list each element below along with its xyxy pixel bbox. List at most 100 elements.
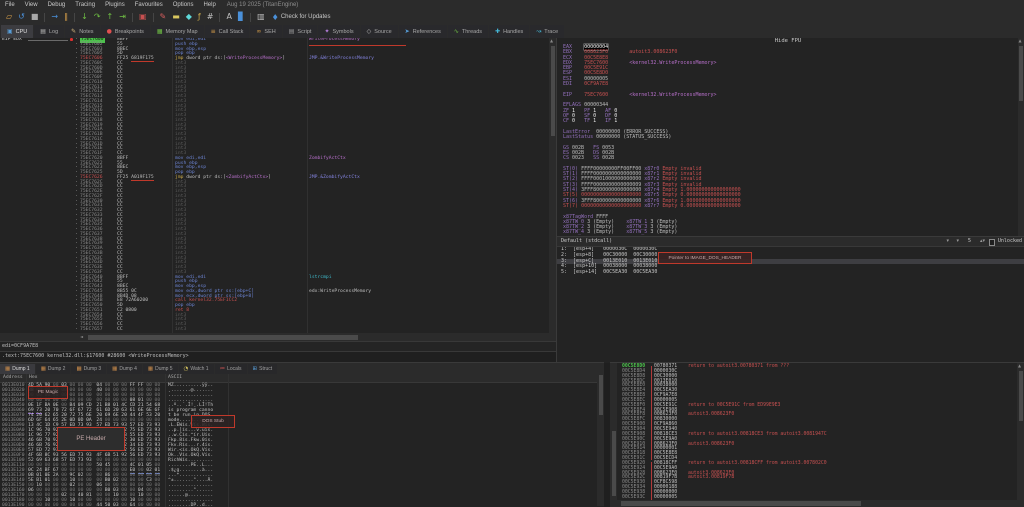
patches-icon[interactable]: ▬	[169, 10, 183, 24]
tab-cpu[interactable]: ▣CPU	[1, 25, 33, 38]
instruction-bullet	[76, 152, 77, 153]
scroll-thumb[interactable]	[599, 375, 603, 415]
run-to-user-code-icon[interactable]: ⇥	[116, 10, 129, 24]
tab-references[interactable]: ➤References	[399, 25, 447, 38]
restart-icon[interactable]: ↺	[15, 10, 28, 24]
menu-item-view[interactable]: View	[20, 2, 43, 8]
menu-item-help[interactable]: Help	[198, 2, 220, 8]
stack-pane[interactable]: 00C5E8D000780371return to autoit3.007803…	[610, 362, 1024, 507]
tab-call-stack[interactable]: ≡Call Stack	[205, 25, 250, 38]
disassembly-pane[interactable]: 75EC76008BFFmov edi,ediWriteProcessMemor…	[0, 38, 549, 333]
tab-dump-4[interactable]: ▦Dump 4	[107, 364, 142, 374]
check-for-updates-button[interactable]: ♦ Check for Updates	[272, 13, 331, 22]
instruction-bullet	[76, 147, 77, 148]
dump-row[interactable]: 0013E19000000000000000004450030064000000…	[0, 503, 604, 507]
tab-label: Call Stack	[219, 29, 244, 35]
tab-breakpoints[interactable]: ●Breakpoints	[101, 25, 150, 38]
tab-label: Threads	[462, 29, 482, 35]
stack-frame-bracket	[651, 366, 652, 460]
menu-item-favourites[interactable]: Favourites	[130, 2, 168, 8]
tab-notes[interactable]: ✎Notes	[65, 25, 99, 38]
pause-icon[interactable]: ∥	[61, 10, 71, 24]
step-into-icon[interactable]: ↓	[78, 10, 91, 24]
tab-dump-3[interactable]: ▦Dump 3	[71, 364, 106, 374]
registers-pane[interactable]: Hide FPU EAX 00000004EBX 008623F0 autoit…	[556, 38, 1019, 236]
toolbar-icons: ▱↺■ →∥ ↓↷↑⇥ ▣ ✎▬◆ƒ# A▊ ▥	[3, 10, 268, 24]
disasm-row[interactable]: 75EC7657CCint3	[0, 328, 549, 333]
instruction-bullet	[76, 48, 77, 49]
font-icon[interactable]: A	[223, 10, 234, 24]
argument-row[interactable]: 5: [esp+14] 00C5EA30 00C5EA30	[557, 270, 1024, 275]
open-file-icon[interactable]: ▱	[3, 10, 15, 24]
tab-threads[interactable]: ∿Threads	[448, 25, 488, 38]
topmost-icon[interactable]: ▥	[254, 10, 268, 24]
locals-icon: ≔	[220, 366, 226, 372]
dump-byte: 00	[53, 503, 59, 507]
tab-memory-map[interactable]: ▦Memory Map	[151, 25, 204, 38]
disassembly-vscrollbar[interactable]: ▲	[549, 38, 556, 333]
instruction-bullet	[76, 276, 77, 277]
tab-label: Handles	[503, 29, 523, 35]
tab-handles[interactable]: ✚Handles	[489, 25, 529, 38]
tab-label: Notes	[79, 29, 93, 35]
registers-scrollbar[interactable]: ▲	[1018, 38, 1024, 236]
calculator-icon[interactable]: #	[204, 10, 217, 24]
toolbar-separator	[132, 13, 133, 22]
close-icon[interactable]: ■	[28, 10, 42, 24]
menu-item-debug[interactable]: Debug	[43, 2, 71, 8]
pencil-icon[interactable]: ✎	[157, 10, 170, 24]
arguments-pane[interactable]: Default (stdcall) ▾ ▾ 5 ▴▾ Unlocked 1: […	[556, 236, 1024, 363]
instruction-bullet	[76, 176, 77, 177]
menu-item-plugins[interactable]: Plugins	[100, 2, 130, 8]
column-address: Address	[3, 374, 23, 382]
dump-tab-bar: ▦Dump 1▦Dump 2▦Dump 3▦Dump 4▦Dump 5◔Watc…	[0, 363, 604, 374]
menu-item-options[interactable]: Options	[168, 2, 199, 8]
scroll-left-icon[interactable]: ◄	[80, 334, 83, 339]
chevron-down-icon[interactable]: ▾	[956, 237, 959, 246]
fx-icon[interactable]: ƒ	[195, 10, 204, 24]
scroll-thumb[interactable]	[621, 501, 861, 506]
menu-item-tracing[interactable]: Tracing	[70, 2, 100, 8]
preferences-icon[interactable]: ▊	[235, 10, 247, 24]
chevron-down-icon[interactable]: ▾	[946, 237, 949, 246]
scroll-up-icon[interactable]: ▲	[550, 38, 553, 43]
compare-icon[interactable]: ◆	[183, 10, 195, 24]
tab-log[interactable]: ▤Log	[34, 25, 64, 38]
disassembly-hscrollbar[interactable]: ◄	[0, 333, 556, 341]
dump-scrollbar[interactable]	[597, 373, 604, 506]
tab-dump-2[interactable]: ▦Dump 2	[36, 364, 71, 374]
hide-fpu-button[interactable]: Hide FPU	[557, 38, 1019, 45]
dump-byte: 03	[113, 503, 119, 507]
calling-convention-select[interactable]: Default (stdcall)	[561, 238, 612, 244]
tab-struct[interactable]: ⊞Struct	[248, 364, 278, 374]
scroll-up-icon[interactable]: ▲	[1019, 38, 1022, 43]
tab-label: CPU	[16, 29, 28, 35]
scroll-up-icon[interactable]: ▲	[1018, 363, 1021, 368]
spinner-icon[interactable]: ▴▾	[980, 237, 985, 246]
breakpoints-icon[interactable]: ▣	[136, 10, 150, 24]
tab-seh[interactable]: ∞SEH	[250, 25, 281, 38]
run-icon[interactable]: →	[48, 10, 61, 24]
unlocked-checkbox[interactable]	[989, 239, 996, 246]
step-over-icon[interactable]: ↷	[91, 10, 104, 24]
tab-symbols[interactable]: ✦Symbols	[318, 25, 359, 38]
tab-source[interactable]: ◇Source	[361, 25, 398, 38]
tab-dump-5[interactable]: ▦Dump 5	[143, 364, 178, 374]
stack-frame-bracket	[651, 462, 652, 500]
scroll-thumb[interactable]	[1019, 371, 1023, 421]
breakpoint-icon[interactable]	[70, 38, 73, 41]
stack-right-scrollbar[interactable]: ▲	[1017, 363, 1024, 507]
step-out-icon[interactable]: ↑	[104, 10, 117, 24]
scroll-thumb[interactable]	[1019, 46, 1023, 101]
tab-watch-1[interactable]: ◔Watch 1	[179, 364, 214, 374]
scroll-thumb[interactable]	[88, 335, 358, 340]
menu-item-file[interactable]: File	[0, 2, 20, 8]
tab-locals[interactable]: ≔Locals	[215, 364, 247, 374]
register-line[interactable]: x87TW_4 3 (Empty) x87TW_5 3 (Empty)	[557, 230, 1019, 235]
argument-count[interactable]: 5	[968, 237, 971, 246]
toolbar: ▱↺■ →∥ ↓↷↑⇥ ▣ ✎▬◆ƒ# A▊ ▥ ♦ Check for Updates	[0, 10, 1024, 25]
tab-dump-1[interactable]: ▦Dump 1	[0, 364, 35, 374]
scroll-thumb[interactable]	[551, 46, 555, 136]
tab-script[interactable]: ▤Script	[283, 25, 318, 38]
tab-trace[interactable]: ↝Trace	[530, 25, 564, 38]
